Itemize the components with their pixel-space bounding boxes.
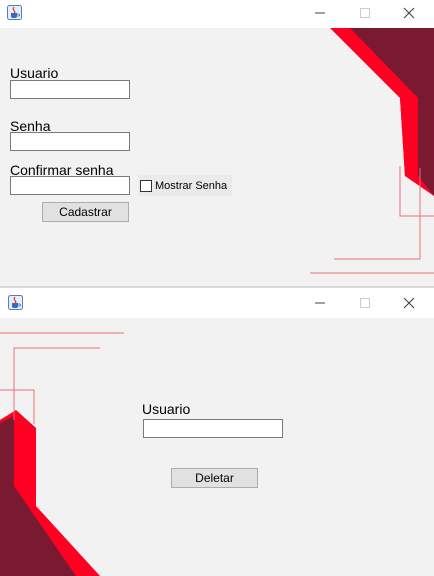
register-button[interactable]: Cadastrar [42, 202, 129, 222]
delete-window: Usuario Deletar [0, 288, 434, 576]
username-label: Usuario [142, 401, 191, 417]
username-input[interactable] [10, 80, 130, 99]
password-input[interactable] [10, 132, 130, 151]
maximize-icon [360, 8, 370, 18]
minimize-icon [315, 302, 325, 304]
maximize-button[interactable] [352, 293, 378, 313]
title-bar [0, 288, 434, 318]
java-cup-icon [8, 295, 23, 310]
username-label: Usuario [10, 65, 59, 81]
username-input[interactable] [143, 419, 283, 438]
register-window: Usuario Senha Confirmar senha Mostrar Se… [0, 0, 434, 286]
title-bar [0, 0, 434, 28]
minimize-icon [315, 12, 325, 14]
register-form-panel: Usuario Senha Confirmar senha Mostrar Se… [0, 28, 434, 286]
close-icon [403, 297, 415, 309]
confirm-password-input[interactable] [10, 176, 130, 195]
maximize-icon [360, 298, 370, 308]
delete-form-panel: Usuario Deletar [0, 318, 434, 576]
minimize-button[interactable] [307, 3, 333, 23]
java-cup-icon [7, 5, 22, 20]
close-button[interactable] [396, 3, 422, 23]
decorative-background [310, 28, 434, 274]
show-password-checkbox[interactable]: Mostrar Senha [138, 175, 232, 196]
delete-button[interactable]: Deletar [171, 468, 258, 488]
decorative-background [0, 332, 124, 576]
show-password-label: Mostrar Senha [155, 179, 228, 192]
maximize-button[interactable] [352, 3, 378, 23]
minimize-button[interactable] [307, 293, 333, 313]
close-button[interactable] [396, 293, 422, 313]
checkbox-square [140, 179, 152, 192]
close-icon [403, 7, 415, 19]
